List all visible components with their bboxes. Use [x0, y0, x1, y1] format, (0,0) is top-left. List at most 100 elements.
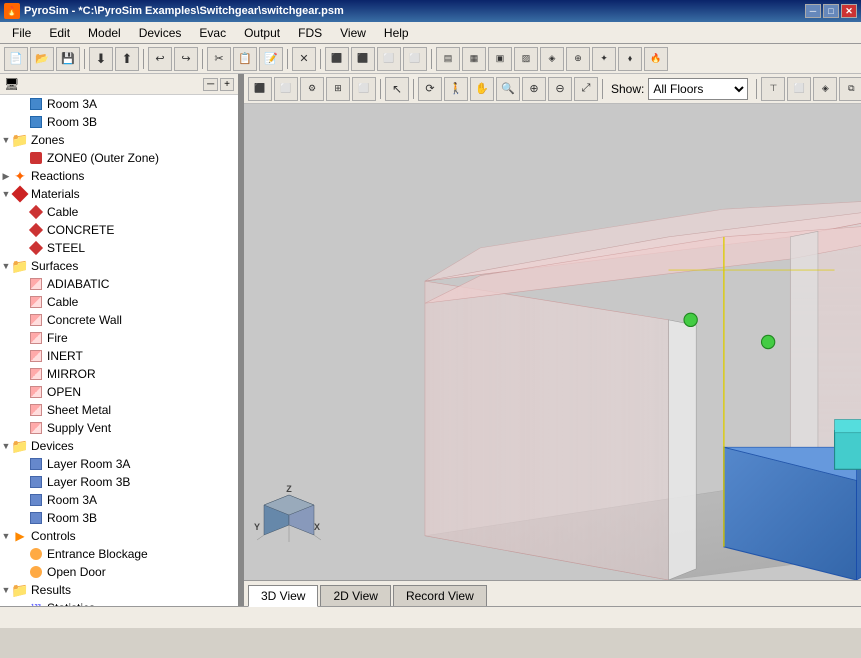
- tree-item-materials[interactable]: ▼Materials: [0, 185, 238, 203]
- tb-btn-2[interactable]: ⬛: [351, 47, 375, 71]
- viewport[interactable]: Z Y X 万森消防 018-56100119 www.A119.com.cn: [244, 104, 861, 580]
- tree-item-fire[interactable]: Fire: [0, 329, 238, 347]
- tb-btn-3[interactable]: ⬜: [377, 47, 401, 71]
- tb-btn-12[interactable]: ⬧: [618, 47, 642, 71]
- tree-item-adiabatic[interactable]: ADIABATIC: [0, 275, 238, 293]
- redo-button[interactable]: ↪: [174, 47, 198, 71]
- minimize-button[interactable]: ─: [805, 4, 821, 18]
- view-btn-2[interactable]: ⬜: [274, 77, 298, 101]
- vsep1: [380, 79, 381, 99]
- tb-btn-5[interactable]: ▤: [436, 47, 460, 71]
- surface-icon: [28, 330, 44, 346]
- import-button[interactable]: ⬇: [89, 47, 113, 71]
- tree-item-devices[interactable]: ▼📁Devices: [0, 437, 238, 455]
- tree-item-results[interactable]: ▼📁Results: [0, 581, 238, 599]
- delete-button[interactable]: ✕: [292, 47, 316, 71]
- tb-btn-1[interactable]: ⬛: [325, 47, 349, 71]
- menu-help[interactable]: Help: [376, 24, 417, 42]
- tb-btn-4[interactable]: ⬜: [403, 47, 427, 71]
- tree-label: Results: [31, 583, 238, 597]
- tree-item-zone0[interactable]: ZONE0 (Outer Zone): [0, 149, 238, 167]
- tree-item-surf-cable[interactable]: Cable: [0, 293, 238, 311]
- tree-item-supply-vent[interactable]: Supply Vent: [0, 419, 238, 437]
- tb-btn-10[interactable]: ⊕: [566, 47, 590, 71]
- menu-view[interactable]: View: [332, 24, 374, 42]
- expand-icon: ▼: [0, 188, 12, 200]
- tree-item-sheet-metal[interactable]: Sheet Metal: [0, 401, 238, 419]
- floor-select[interactable]: All Floors: [648, 78, 748, 100]
- tree-item-open-door[interactable]: Open Door: [0, 563, 238, 581]
- undo-button[interactable]: ↩: [148, 47, 172, 71]
- copy-button[interactable]: 📋: [233, 47, 257, 71]
- view-top[interactable]: ⊤: [761, 77, 785, 101]
- view-toggle[interactable]: ⧉: [839, 77, 861, 101]
- tree-label: Controls: [31, 529, 238, 543]
- view-front[interactable]: ⬜: [787, 77, 811, 101]
- titlebar-buttons[interactable]: ─ □ ✕: [805, 4, 857, 18]
- tree-item-steel[interactable]: STEEL: [0, 239, 238, 257]
- select-tool[interactable]: ↖: [385, 77, 409, 101]
- pan-tool[interactable]: ✋: [470, 77, 494, 101]
- menu-file[interactable]: File: [4, 24, 39, 42]
- tree-item-reactions[interactable]: ▶✦Reactions: [0, 167, 238, 185]
- tree-item-concrete-wall[interactable]: Concrete Wall: [0, 311, 238, 329]
- menu-devices[interactable]: Devices: [131, 24, 190, 42]
- tree-item-dev-room-3a[interactable]: Room 3A: [0, 491, 238, 509]
- expand-all-button[interactable]: +: [220, 78, 234, 91]
- tb-btn-8[interactable]: ▨: [514, 47, 538, 71]
- tree-item-cable[interactable]: Cable: [0, 203, 238, 221]
- view-btn-4[interactable]: ⊞: [326, 77, 350, 101]
- tree-label: Room 3A: [47, 493, 238, 507]
- view-btn-5[interactable]: ⬜: [352, 77, 376, 101]
- tb-btn-11[interactable]: ✦: [592, 47, 616, 71]
- tree-item-zones[interactable]: ▼📁Zones: [0, 131, 238, 149]
- view-3d[interactable]: ◈: [813, 77, 837, 101]
- tree-item-layer-room-3b[interactable]: Layer Room 3B: [0, 473, 238, 491]
- tree-item-room3a[interactable]: Room 3A: [0, 95, 238, 113]
- tree-item-statistics[interactable]: ¹²³Statistics: [0, 599, 238, 606]
- tab-2d-view[interactable]: 2D View: [320, 585, 390, 606]
- zoom-fit-tool[interactable]: ⤢: [574, 77, 598, 101]
- view-btn-1[interactable]: ⬛: [248, 77, 272, 101]
- tree-item-open[interactable]: OPEN: [0, 383, 238, 401]
- tree-item-surfaces[interactable]: ▼📁Surfaces: [0, 257, 238, 275]
- cut-button[interactable]: ✂: [207, 47, 231, 71]
- tb-btn-7[interactable]: ▣: [488, 47, 512, 71]
- collapse-all-button[interactable]: ─: [203, 78, 218, 91]
- tab-record-view[interactable]: Record View: [393, 585, 487, 606]
- paste-button[interactable]: 📝: [259, 47, 283, 71]
- tb-btn-13[interactable]: 🔥: [644, 47, 668, 71]
- tab-3d-view[interactable]: 3D View: [248, 585, 318, 607]
- tb-btn-9[interactable]: ◈: [540, 47, 564, 71]
- tree-item-dev-room-3b[interactable]: Room 3B: [0, 509, 238, 527]
- menu-edit[interactable]: Edit: [41, 24, 78, 42]
- tb-btn-6[interactable]: ▦: [462, 47, 486, 71]
- tree-item-inert[interactable]: INERT: [0, 347, 238, 365]
- tree-label: Cable: [47, 205, 238, 219]
- close-button[interactable]: ✕: [841, 4, 857, 18]
- zoom-tool[interactable]: 🔍: [496, 77, 520, 101]
- new-button[interactable]: 📄: [4, 47, 28, 71]
- surface-icon: [28, 276, 44, 292]
- menu-fds[interactable]: FDS: [290, 24, 330, 42]
- view-btn-3[interactable]: ⚙: [300, 77, 324, 101]
- tree-item-room3b[interactable]: Room 3B: [0, 113, 238, 131]
- zoom-out-tool[interactable]: ⊖: [548, 77, 572, 101]
- menu-evac[interactable]: Evac: [191, 24, 234, 42]
- vsep4: [756, 79, 757, 99]
- maximize-button[interactable]: □: [823, 4, 839, 18]
- open-button[interactable]: 📂: [30, 47, 54, 71]
- tree-header-icon: 🖥: [4, 77, 19, 91]
- menu-output[interactable]: Output: [236, 24, 288, 42]
- menu-model[interactable]: Model: [80, 24, 129, 42]
- walk-tool[interactable]: 🚶: [444, 77, 468, 101]
- orbit-tool[interactable]: ⟳: [418, 77, 442, 101]
- tree-item-layer-room-3a[interactable]: Layer Room 3A: [0, 455, 238, 473]
- export-button[interactable]: ⬆: [115, 47, 139, 71]
- tree-item-mirror[interactable]: MIRROR: [0, 365, 238, 383]
- tree-item-controls[interactable]: ▼▶Controls: [0, 527, 238, 545]
- tree-item-entrance-blockage[interactable]: Entrance Blockage: [0, 545, 238, 563]
- tree-item-concrete[interactable]: CONCRETE: [0, 221, 238, 239]
- zoom-in-tool[interactable]: ⊕: [522, 77, 546, 101]
- save-button[interactable]: 💾: [56, 47, 80, 71]
